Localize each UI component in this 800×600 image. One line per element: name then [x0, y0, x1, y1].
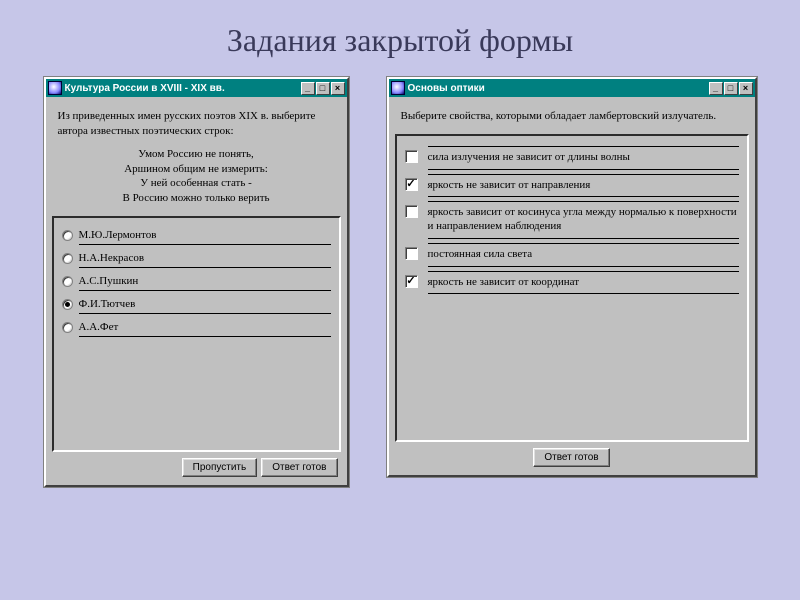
poem-line: Умом Россию не понять,	[58, 147, 335, 162]
radio-label: А.С.Пушкин	[79, 275, 331, 291]
radio-icon	[62, 322, 73, 333]
question-text-left: Из приведенных имен русских поэтов XIX в…	[52, 103, 341, 216]
radio-label: Н.А.Некрасов	[79, 252, 331, 268]
checkbox-label: сила излучения не зависит от длины волны	[428, 150, 739, 166]
checkbox-icon: ✓	[405, 178, 418, 191]
radio-icon	[62, 276, 73, 287]
checkbox-option[interactable]: постоянная сила света	[405, 241, 739, 269]
window-optics: Основы оптики _ □ × Выберите свойства, к…	[387, 77, 757, 477]
checkbox-label: яркость не зависит от направления	[428, 178, 739, 194]
radio-option[interactable]: А.А.Фет	[62, 318, 331, 341]
radio-option[interactable]: А.С.Пушкин	[62, 272, 331, 295]
skip-button[interactable]: Пропустить	[182, 458, 258, 477]
checkbox-label: яркость не зависит от координат	[428, 275, 739, 291]
radio-icon	[62, 253, 73, 264]
submit-button[interactable]: Ответ готов	[261, 458, 337, 477]
maximize-button[interactable]: □	[316, 82, 330, 95]
question-intro: Из приведенных имен русских поэтов XIX в…	[58, 109, 335, 139]
checkbox-icon	[405, 247, 418, 260]
submit-button[interactable]: Ответ готов	[533, 448, 609, 467]
close-button[interactable]: ×	[739, 82, 753, 95]
poem-line: Аршином общим не измерить:	[58, 162, 335, 177]
checkbox-label: постоянная сила света	[428, 247, 739, 263]
poem-line: В Россию можно только верить	[58, 191, 335, 206]
radio-icon	[62, 230, 73, 241]
radio-option[interactable]: Н.А.Некрасов	[62, 249, 331, 272]
checkbox-label: яркость зависит от косинуса угла между н…	[428, 205, 739, 235]
minimize-button[interactable]: _	[301, 82, 315, 95]
checkbox-option[interactable]: сила излучения не зависит от длины волны	[405, 144, 739, 172]
titlebar-right: Основы оптики _ □ ×	[389, 79, 755, 97]
radio-option[interactable]: М.Ю.Лермонтов	[62, 226, 331, 249]
question-text-right: Выберите свойства, которыми обладает лам…	[395, 103, 749, 134]
poem: Умом Россию не понять, Аршином общим не …	[58, 147, 335, 206]
checkbox-icon	[405, 150, 418, 163]
poem-line: У ней особенная стать -	[58, 176, 335, 191]
checkbox-icon	[405, 205, 418, 218]
checkbox-option[interactable]: яркость зависит от косинуса угла между н…	[405, 199, 739, 241]
minimize-button[interactable]: _	[709, 82, 723, 95]
button-bar-left: Пропустить Ответ готов	[52, 452, 341, 479]
radio-label: Ф.И.Тютчев	[79, 298, 331, 314]
window-title-left: Культура России в XVIII - XIX вв.	[65, 83, 301, 94]
checkbox-option[interactable]: ✓ яркость не зависит от направления	[405, 172, 739, 200]
radio-label: А.А.Фет	[79, 321, 331, 337]
titlebar-left: Культура России в XVIII - XIX вв. _ □ ×	[46, 79, 347, 97]
windows-row: Культура России в XVIII - XIX вв. _ □ × …	[0, 77, 800, 487]
checkbox-icon: ✓	[405, 275, 418, 288]
button-bar-right: Ответ готов	[395, 442, 749, 469]
radio-label: М.Ю.Лермонтов	[79, 229, 331, 245]
system-icon	[391, 81, 405, 95]
maximize-button[interactable]: □	[724, 82, 738, 95]
slide-title: Задания закрытой формы	[0, 0, 800, 77]
system-icon	[48, 81, 62, 95]
checkbox-options-box: сила излучения не зависит от длины волны…	[395, 134, 749, 442]
close-button[interactable]: ×	[331, 82, 345, 95]
radio-option[interactable]: Ф.И.Тютчев	[62, 295, 331, 318]
window-culture: Культура России в XVIII - XIX вв. _ □ × …	[44, 77, 349, 487]
window-title-right: Основы оптики	[408, 83, 709, 94]
radio-icon	[62, 299, 73, 310]
checkbox-option[interactable]: ✓ яркость не зависит от координат	[405, 269, 739, 297]
radio-options-box: М.Ю.Лермонтов Н.А.Некрасов А.С.Пушкин Ф.…	[52, 216, 341, 452]
